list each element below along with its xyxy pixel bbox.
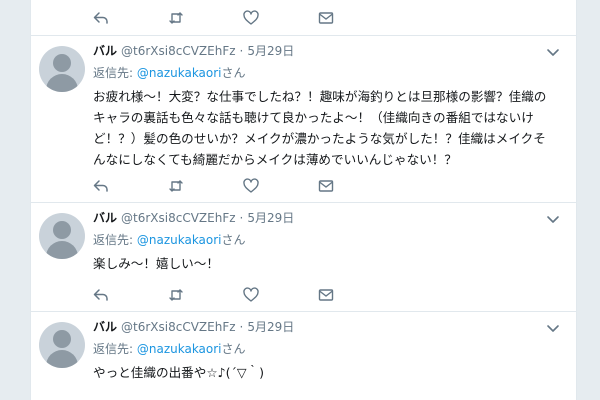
- tweet[interactable]: バル @t6rXsi8cCVZEhFz · 5月29日 返信先: @nazuka…: [31, 36, 576, 202]
- more-options-button[interactable]: [546, 320, 560, 334]
- tweet-text: お疲れ様～！大変？な仕事でしたね？！趣味が海釣りとは旦那様の影響？佳織のキャラの…: [93, 89, 547, 167]
- tweet-actions: [93, 283, 393, 307]
- reply-button[interactable]: [93, 8, 168, 28]
- tweet-date[interactable]: 5月29日: [247, 318, 294, 335]
- reply-icon: [93, 180, 108, 192]
- avatar[interactable]: [39, 46, 85, 92]
- separator-dot: ·: [239, 320, 244, 334]
- avatar-head-shape: [53, 330, 71, 348]
- chevron-down-icon: [547, 216, 559, 223]
- like-button[interactable]: [243, 8, 318, 28]
- tweet-date[interactable]: 5月29日: [247, 42, 294, 59]
- avatar[interactable]: [39, 213, 85, 259]
- more-options-button[interactable]: [546, 211, 560, 225]
- reply-to-label: 返信先:: [93, 66, 137, 80]
- retweet-icon: [169, 12, 183, 24]
- timeline: バル @t6rXsi8cCVZEhFz · 5月29日 返信先: @nazuka…: [30, 0, 577, 400]
- reply-to-mention[interactable]: @nazukakaori: [137, 342, 222, 356]
- reply-to-suffix: さん: [221, 66, 246, 80]
- retweet-button[interactable]: [168, 285, 243, 305]
- like-button[interactable]: [243, 285, 318, 305]
- heart-icon: [243, 10, 259, 25]
- tweet-date[interactable]: 5月29日: [247, 209, 294, 226]
- tweet[interactable]: バル @t6rXsi8cCVZEhFz · 5月29日 返信先: @nazuka…: [31, 312, 576, 400]
- tweet-text: 楽しみ～！嬉しい～！: [93, 256, 219, 271]
- tweet-actions: [93, 174, 393, 198]
- avatar-body-shape: [46, 350, 78, 368]
- heart-icon: [243, 178, 259, 193]
- reply-to: 返信先: @nazukakaoriさん: [93, 231, 246, 248]
- tweet-text: やっと佳織の出番や☆♪(´▽｀): [93, 365, 265, 380]
- envelope-icon: [318, 289, 334, 301]
- avatar-body-shape: [46, 241, 78, 259]
- tweet-header: バル @t6rXsi8cCVZEhFz · 5月29日: [93, 209, 294, 226]
- retweet-icon: [169, 289, 183, 301]
- user-handle[interactable]: @t6rXsi8cCVZEhFz: [121, 211, 236, 225]
- reply-to-label: 返信先:: [93, 233, 137, 247]
- tweet-header: バル @t6rXsi8cCVZEhFz · 5月29日: [93, 318, 294, 335]
- reply-to-mention[interactable]: @nazukakaori: [137, 66, 222, 80]
- tweet[interactable]: バル @t6rXsi8cCVZEhFz · 5月29日 返信先: @nazuka…: [31, 203, 576, 310]
- reply-icon: [93, 289, 108, 301]
- dm-button[interactable]: [318, 285, 393, 305]
- envelope-icon: [318, 180, 334, 192]
- user-handle[interactable]: @t6rXsi8cCVZEhFz: [121, 320, 236, 334]
- retweet-icon: [169, 180, 183, 192]
- reply-to-suffix: さん: [221, 342, 246, 356]
- envelope-icon: [318, 12, 334, 24]
- display-name[interactable]: バル: [93, 209, 117, 226]
- avatar-head-shape: [53, 54, 71, 72]
- chevron-down-icon: [547, 49, 559, 56]
- tweet-header: バル @t6rXsi8cCVZEhFz · 5月29日: [93, 42, 294, 59]
- reply-to-suffix: さん: [221, 233, 246, 247]
- dm-button[interactable]: [318, 176, 393, 196]
- separator-dot: ·: [239, 44, 244, 58]
- avatar-head-shape: [53, 221, 71, 239]
- retweet-button[interactable]: [168, 8, 243, 28]
- retweet-button[interactable]: [168, 176, 243, 196]
- like-button[interactable]: [243, 176, 318, 196]
- avatar-body-shape: [46, 74, 78, 92]
- reply-to-label: 返信先:: [93, 342, 137, 356]
- reply-to: 返信先: @nazukakaoriさん: [93, 64, 246, 81]
- reply-button[interactable]: [93, 285, 168, 305]
- heart-icon: [243, 287, 259, 302]
- chevron-down-icon: [547, 325, 559, 332]
- tweet-actions: [93, 6, 393, 30]
- dm-button[interactable]: [318, 8, 393, 28]
- display-name[interactable]: バル: [93, 318, 117, 335]
- display-name[interactable]: バル: [93, 42, 117, 59]
- user-handle[interactable]: @t6rXsi8cCVZEhFz: [121, 44, 236, 58]
- more-options-button[interactable]: [546, 44, 560, 58]
- reply-to-mention[interactable]: @nazukakaori: [137, 233, 222, 247]
- reply-button[interactable]: [93, 176, 168, 196]
- avatar[interactable]: [39, 322, 85, 368]
- reply-to: 返信先: @nazukakaoriさん: [93, 340, 246, 357]
- reply-icon: [93, 12, 108, 24]
- separator-dot: ·: [239, 211, 244, 225]
